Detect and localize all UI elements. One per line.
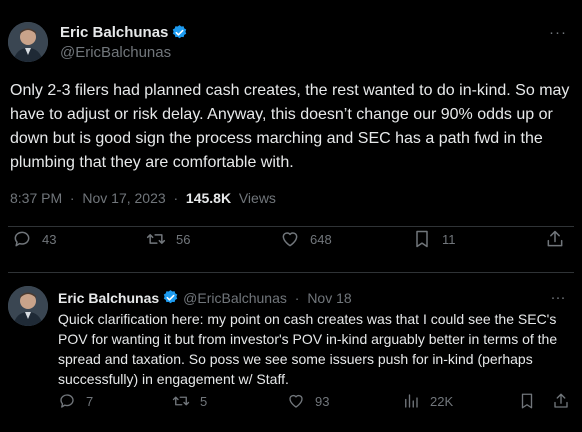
meta-separator: ·: [169, 190, 183, 206]
share-icon: [554, 393, 568, 408]
share-button[interactable]: [552, 392, 570, 410]
views-count: 145.8K: [185, 190, 232, 206]
share-icon: [547, 230, 563, 247]
author-name[interactable]: Eric Balchunas: [60, 24, 188, 41]
like-button[interactable]: 93: [287, 392, 329, 410]
divider: [8, 226, 574, 227]
bookmark-button[interactable]: 11: [412, 229, 456, 249]
retweet-button[interactable]: 5: [172, 392, 207, 410]
views-count: 22K: [430, 393, 454, 409]
reply-count: 43: [42, 231, 57, 247]
reply-tweet[interactable]: Eric Balchunas @EricBalchunas · Nov 18 ·…: [0, 273, 582, 432]
reply-icon: [14, 231, 30, 247]
like-icon: [289, 394, 303, 408]
bookmark-icon: [521, 393, 533, 409]
tweet-text: Quick clarification here: my point on ca…: [58, 311, 558, 387]
retweet-count: 5: [200, 393, 208, 409]
reply-button[interactable]: 43: [12, 229, 56, 249]
like-button[interactable]: 648: [280, 229, 332, 249]
reply-button[interactable]: 7: [58, 392, 93, 410]
author-handle[interactable]: @EricBalchunas: [60, 44, 171, 61]
bookmark-count: 11: [442, 231, 456, 247]
verified-badge-icon: [162, 289, 179, 306]
like-count: 93: [315, 393, 330, 409]
author-handle[interactable]: @EricBalchunas: [183, 290, 287, 306]
views-label: Views: [234, 190, 276, 206]
author-name-text[interactable]: Eric Balchunas: [60, 24, 168, 41]
bookmark-icon: [416, 230, 428, 248]
author-name[interactable]: Eric Balchunas: [58, 290, 159, 306]
more-options-button[interactable]: ···: [548, 289, 568, 306]
retweet-icon: [172, 396, 190, 406]
meta-separator: ·: [66, 190, 79, 206]
views-icon: [405, 394, 418, 408]
avatar[interactable]: [8, 286, 48, 326]
retweet-icon: [146, 234, 166, 244]
tweet-date[interactable]: Nov 17, 2023: [82, 190, 165, 206]
meta-separator: ·: [290, 289, 304, 306]
reply-icon: [60, 394, 74, 408]
tweet-text: Only 2-3 filers had planned cash creates…: [10, 82, 570, 171]
reply-count: 7: [86, 393, 94, 409]
retweet-count: 56: [176, 231, 191, 247]
reply-header: Eric Balchunas @EricBalchunas · Nov 18: [58, 289, 352, 306]
like-count: 648: [310, 231, 332, 247]
retweet-button[interactable]: 56: [146, 229, 190, 249]
share-button[interactable]: [545, 229, 565, 249]
like-icon: [282, 232, 298, 247]
more-options-button[interactable]: ···: [548, 24, 568, 41]
verified-badge-icon: [171, 24, 188, 41]
main-tweet: Eric Balchunas @EricBalchunas ··· Only 2…: [0, 0, 582, 276]
bookmark-button[interactable]: [518, 392, 536, 410]
avatar[interactable]: [8, 22, 48, 62]
views-button[interactable]: 22K: [402, 392, 453, 410]
tweet-date[interactable]: Nov 18: [307, 290, 351, 306]
tweet-time[interactable]: 8:37 PM: [10, 190, 62, 206]
tweet-meta: 8:37 PM · Nov 17, 2023 · 145.8K Views: [10, 190, 276, 206]
